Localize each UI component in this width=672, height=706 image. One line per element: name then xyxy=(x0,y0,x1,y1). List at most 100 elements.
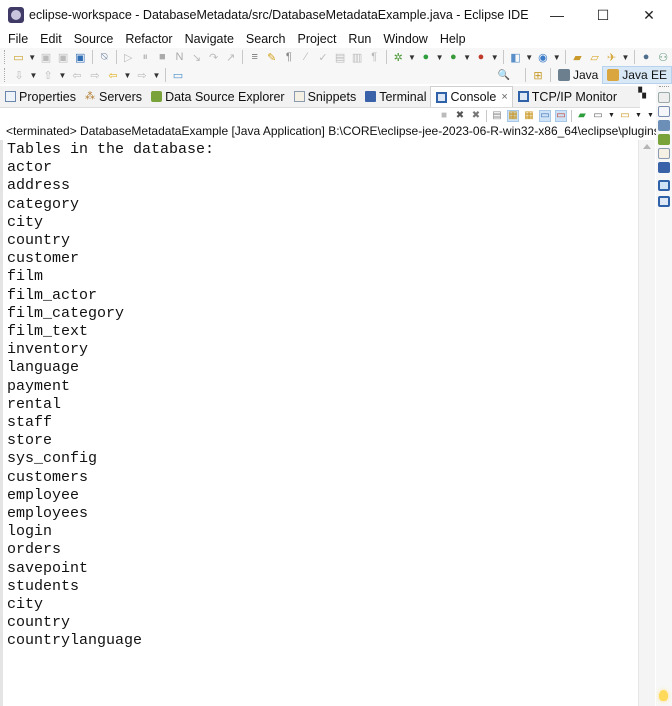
terminal-view-icon[interactable] xyxy=(658,162,670,173)
new-dropdown-icon[interactable]: ▼ xyxy=(28,50,36,64)
open-perspective-icon[interactable]: ⊞ xyxy=(530,68,546,82)
toggle-block-selection-icon[interactable]: ✎ xyxy=(264,50,279,64)
restore-view-icon[interactable]: ▚ xyxy=(638,88,646,99)
lightbulb-tip-icon[interactable] xyxy=(659,690,668,701)
maximize-button[interactable]: ☐ xyxy=(580,0,626,30)
menu-edit[interactable]: Edit xyxy=(35,32,67,46)
new-server-dropdown-icon[interactable]: ▼ xyxy=(525,50,533,64)
display-console-dropdown-icon[interactable]: ▼ xyxy=(608,110,615,122)
perspective-java-ee[interactable]: Java EE xyxy=(602,66,672,84)
disconnect-icon[interactable]: N xyxy=(172,50,187,64)
open-console-icon[interactable]: ▭ xyxy=(619,110,631,122)
previous-annotation-dropdown-icon[interactable]: ▼ xyxy=(58,68,67,82)
pilcrow-icon[interactable]: ¶ xyxy=(367,50,382,64)
scroll-up-arrow-icon[interactable] xyxy=(643,144,651,149)
back-dropdown-icon[interactable]: ▼ xyxy=(123,68,132,82)
menu-search[interactable]: Search xyxy=(241,32,291,46)
display-selected-console-icon[interactable]: ▭ xyxy=(592,110,604,122)
toggle-mark-occurrences-icon[interactable]: ≡ xyxy=(247,50,262,64)
menu-refactor[interactable]: Refactor xyxy=(120,32,177,46)
save-all-icon[interactable]: ▣ xyxy=(56,50,71,64)
debug-icon[interactable]: ✲ xyxy=(391,50,406,64)
forward-icon[interactable]: ⇨ xyxy=(134,68,150,82)
menu-navigate[interactable]: Navigate xyxy=(180,32,239,46)
external-tools-icon[interactable]: ● xyxy=(473,50,488,64)
view-menu-icon[interactable]: ▼ xyxy=(647,110,654,122)
step-return-icon[interactable]: ↗ xyxy=(223,50,238,64)
terminate-icon[interactable]: ■ xyxy=(155,50,170,64)
data-source-view-icon[interactable] xyxy=(658,134,670,145)
last-edit-forward-icon[interactable]: ⇨ xyxy=(87,68,103,82)
menu-run[interactable]: Run xyxy=(343,32,376,46)
vertical-scrollbar[interactable] xyxy=(638,140,655,706)
trim-grip[interactable] xyxy=(659,86,669,88)
toolbar-grip[interactable] xyxy=(4,50,7,64)
servers-view-icon[interactable] xyxy=(658,120,670,131)
forward-dropdown-icon[interactable]: ▼ xyxy=(152,68,161,82)
tab-tcpip-monitor[interactable]: TCP/IP Monitor xyxy=(513,86,621,107)
new-web-service-dropdown-icon[interactable]: ▼ xyxy=(553,50,561,64)
clear-console-icon[interactable]: ▤ xyxy=(491,110,503,122)
terminal-icon[interactable]: ▣ xyxy=(73,50,88,64)
show-whitespace-icon[interactable]: ¶ xyxy=(281,50,296,64)
tcpip-monitor-view-icon[interactable] xyxy=(658,196,670,207)
show-console-on-stdout-icon[interactable]: ▭ xyxy=(539,109,551,122)
open-task-dropdown-icon[interactable]: ▼ xyxy=(621,50,629,64)
console-view-icon[interactable] xyxy=(658,180,670,191)
globe-icon[interactable]: ● xyxy=(639,50,654,64)
save-icon[interactable]: ▣ xyxy=(38,50,53,64)
coverage-icon[interactable]: ● xyxy=(446,50,461,64)
open-task-icon[interactable]: ✈ xyxy=(604,50,619,64)
terminate-icon[interactable]: ■ xyxy=(438,110,450,122)
open-folder-icon[interactable]: ▱ xyxy=(587,50,602,64)
next-annotation-icon[interactable]: ⇩ xyxy=(11,68,27,82)
tab-snippets[interactable]: Snippets xyxy=(289,86,361,107)
open-console-dropdown-icon[interactable]: ▼ xyxy=(635,110,642,122)
compare-icon[interactable]: ▤ xyxy=(333,50,348,64)
external-tools-dropdown-icon[interactable]: ▼ xyxy=(490,50,499,64)
word-wrap-icon[interactable]: ▦ xyxy=(523,110,535,122)
minimize-button[interactable]: — xyxy=(534,0,580,30)
run-dropdown-icon[interactable]: ▼ xyxy=(435,50,444,64)
suspend-icon[interactable]: ⏸ xyxy=(138,50,153,64)
open-type-icon[interactable]: ▰ xyxy=(570,50,585,64)
persp-icon[interactable]: ⚇ xyxy=(656,50,671,64)
tab-properties[interactable]: Properties xyxy=(0,86,80,107)
close-button[interactable]: ✕ xyxy=(626,0,672,30)
menu-help[interactable]: Help xyxy=(435,32,471,46)
tab-data-source-explorer[interactable]: Data Source Explorer xyxy=(146,86,289,107)
close-icon[interactable]: × xyxy=(501,91,507,103)
console-output-area[interactable]: Tables in the database: actor address categ… xyxy=(0,140,640,706)
menu-project[interactable]: Project xyxy=(293,32,342,46)
perspective-java[interactable]: Java xyxy=(554,66,602,84)
pin-editor-icon[interactable]: ▭ xyxy=(170,68,186,82)
word-wrap-icon[interactable]: ⁄ xyxy=(298,50,313,64)
menu-window[interactable]: Window xyxy=(378,32,432,46)
resume-icon[interactable]: ▷ xyxy=(121,50,136,64)
remove-all-terminated-icon[interactable]: ✖ xyxy=(470,110,482,122)
next-annotation-dropdown-icon[interactable]: ▼ xyxy=(29,68,38,82)
step-into-icon[interactable]: ↘ xyxy=(189,50,204,64)
last-edit-back-icon[interactable]: ⇦ xyxy=(69,68,85,82)
back-icon[interactable]: ⇦ xyxy=(105,68,121,82)
coverage-dropdown-icon[interactable]: ▼ xyxy=(463,50,471,64)
tab-terminal[interactable]: Terminal xyxy=(360,86,430,107)
outline-view-icon[interactable] xyxy=(658,106,670,117)
toolbar-grip[interactable] xyxy=(4,68,7,82)
scroll-lock-icon[interactable]: ▦ xyxy=(507,109,519,122)
menu-source[interactable]: Source xyxy=(69,32,119,46)
pin-console-icon[interactable]: ▰ xyxy=(576,110,588,122)
remove-launch-icon[interactable]: ✖ xyxy=(454,110,466,122)
show-console-on-stderr-icon[interactable]: ▭ xyxy=(555,109,567,122)
restore-icon[interactable] xyxy=(658,92,670,103)
menu-file[interactable]: File xyxy=(3,32,33,46)
snippets-view-icon[interactable] xyxy=(658,148,670,159)
search-icon[interactable]: 🔍 xyxy=(496,68,512,82)
new-icon[interactable]: ▭ xyxy=(11,50,26,64)
block-icon[interactable]: ▥ xyxy=(350,50,365,64)
tab-servers[interactable]: ⁂ Servers xyxy=(80,86,146,107)
new-server-icon[interactable]: ◧ xyxy=(508,50,523,64)
skip-breakpoints-icon[interactable]: ⍉ xyxy=(97,50,112,64)
new-web-service-icon[interactable]: ◉ xyxy=(535,50,550,64)
run-icon[interactable]: ● xyxy=(418,50,433,64)
